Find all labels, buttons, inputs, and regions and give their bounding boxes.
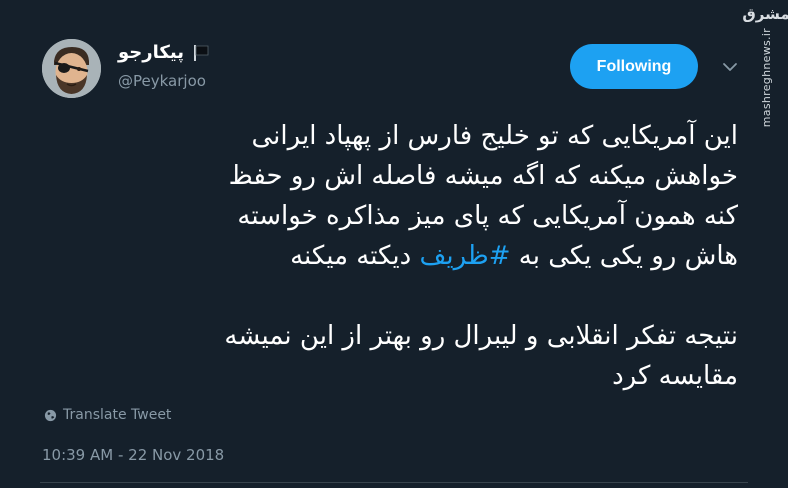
tweet-timestamp[interactable]: 10:39 AM - 22 Nov 2018 bbox=[42, 446, 224, 464]
tweet-line-6: مقایسه کرد bbox=[612, 361, 738, 391]
pirate-avatar-image bbox=[42, 39, 101, 98]
tweet-text: این آمریکایی که تو خلیج فارس از پهپاد ای… bbox=[40, 116, 738, 396]
translate-tweet-link[interactable]: Translate Tweet bbox=[44, 406, 171, 424]
tweet-line-5: نتیجه تفکر انقلابی و لیبرال رو بهتر از ا… bbox=[224, 321, 738, 351]
author-display-name[interactable]: پیکارجو bbox=[118, 42, 184, 64]
tweet-line-2: خواهش میکنه که اگه میشه فاصله اش رو حفظ bbox=[228, 161, 738, 191]
tweet-line-4-start: هاش رو یکی یکی به bbox=[510, 241, 738, 271]
author-handle[interactable]: @Peykarjoo bbox=[118, 72, 206, 90]
watermark-domain: mashreghnews.ir bbox=[759, 28, 773, 128]
tweet-card: پیکارجو @Peykarjoo Following مشرق mashre… bbox=[0, 0, 788, 488]
globe-icon bbox=[44, 409, 57, 421]
divider bbox=[40, 482, 748, 483]
tweet-line-1: این آمریکایی که تو خلیج فارس از پهپاد ای… bbox=[251, 121, 738, 151]
translate-tweet-label[interactable]: Translate Tweet bbox=[63, 406, 171, 424]
watermark: مشرق mashreghnews.ir bbox=[742, 6, 788, 130]
hashtag-link[interactable]: #ظریف bbox=[420, 241, 511, 271]
black-flag-icon bbox=[193, 45, 209, 61]
watermark-logo: مشرق bbox=[742, 5, 788, 23]
avatar[interactable] bbox=[42, 39, 101, 98]
tweet-line-4-end: دیکته میکنه bbox=[290, 241, 420, 271]
chevron-down-icon[interactable] bbox=[722, 59, 738, 75]
tweet-line-3: کنه همون آمریکایی که پای میز مذاکره خواس… bbox=[237, 201, 738, 231]
following-button[interactable]: Following bbox=[570, 44, 698, 89]
author-display-name-row[interactable]: پیکارجو bbox=[118, 42, 210, 64]
